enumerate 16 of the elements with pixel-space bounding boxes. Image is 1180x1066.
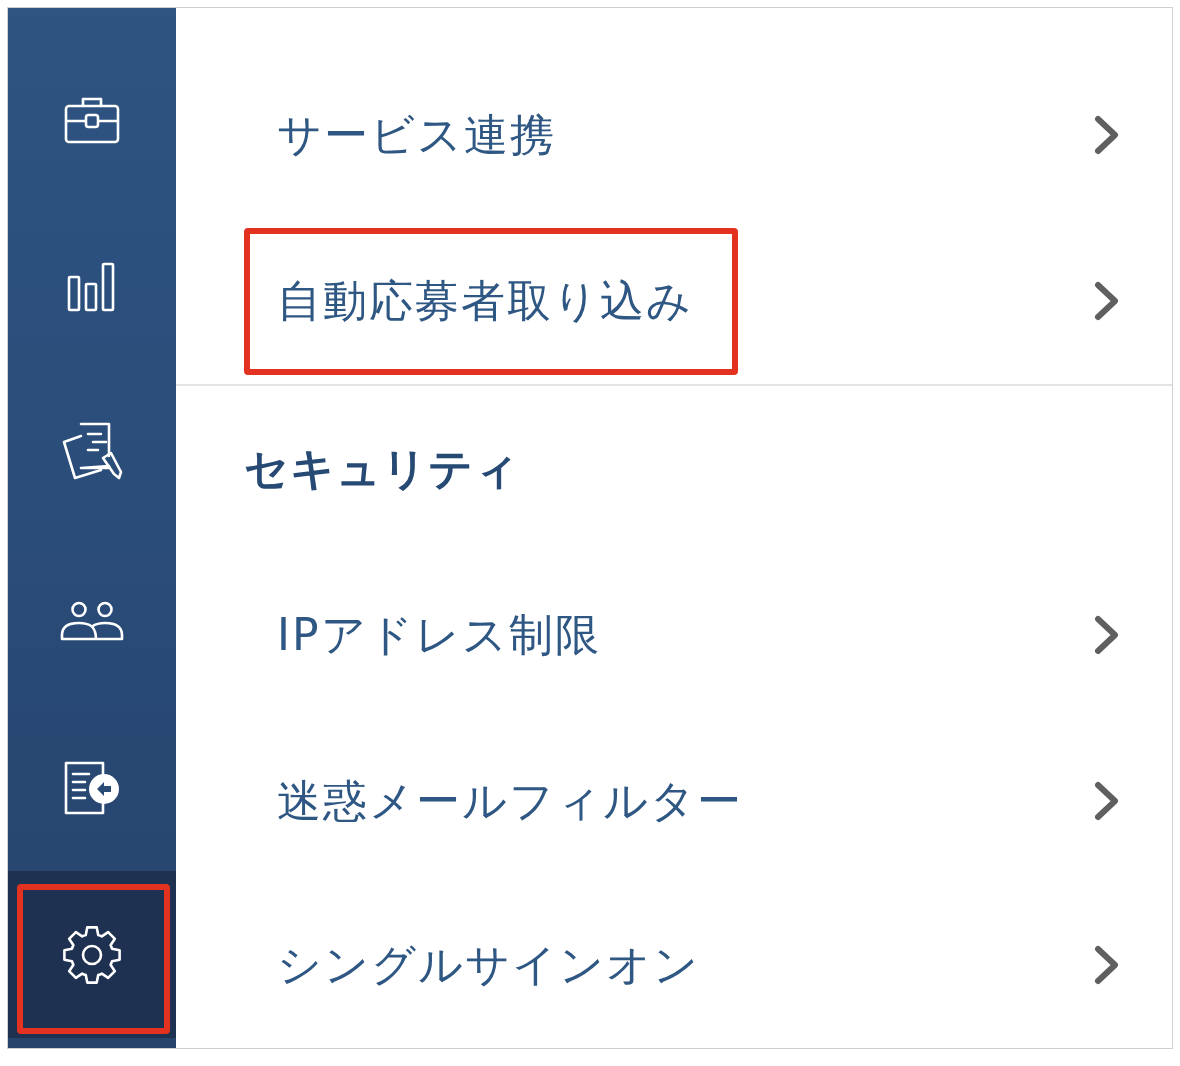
chevron-right-icon xyxy=(1094,613,1120,657)
chevron-right-icon xyxy=(1094,279,1120,323)
chevron-right-icon xyxy=(1094,943,1120,987)
menu-item[interactable]: サービス連携 xyxy=(176,52,1172,218)
bar-chart-icon xyxy=(67,261,117,312)
briefcase-icon xyxy=(64,95,120,144)
chevron-right-icon xyxy=(1094,779,1120,823)
sidebar-item[interactable] xyxy=(8,871,176,1038)
menu-item[interactable]: 自動応募者取り込み xyxy=(176,218,1172,384)
section-heading: セキュリティ xyxy=(243,441,521,496)
chevron-right-icon xyxy=(1094,113,1120,157)
menu-item[interactable]: IPアドレス制限 xyxy=(176,552,1172,718)
document-with-arrow-icon xyxy=(63,759,121,816)
two-people-icon xyxy=(60,600,124,641)
menu-item[interactable]: 迷惑メールフィルター xyxy=(176,718,1172,884)
menu-item[interactable]: シングルサインオン xyxy=(176,884,1172,1046)
